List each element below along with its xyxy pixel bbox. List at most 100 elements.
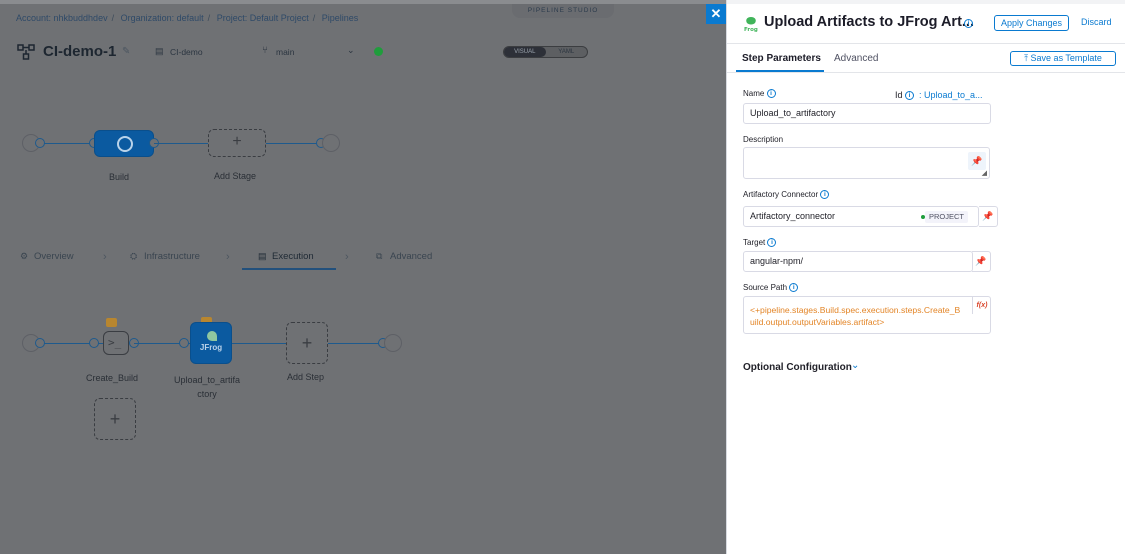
breadcrumb-project[interactable]: Project: Default Project — [217, 13, 309, 23]
breadcrumb-organization[interactable]: Organization: default — [121, 13, 204, 23]
stage-tabs: ⚙ Overview › ⛭ Infrastructure › ▤ Execution… — [0, 246, 726, 270]
target-pin-icon[interactable]: 📌 — [972, 251, 991, 272]
description-textarea[interactable]: 📌 ◢ — [743, 147, 990, 179]
yaml-view-button[interactable]: YAML — [546, 47, 588, 57]
info-icon[interactable]: i — [820, 190, 830, 200]
close-drawer-button[interactable]: ✕ — [706, 4, 726, 24]
source-path-expression: <+pipeline.stages.Build.spec.execution.s… — [750, 305, 961, 327]
chevron-down-icon[interactable]: ⌄ — [851, 360, 859, 371]
step-badge-icon — [106, 318, 117, 327]
active-tab-indicator — [736, 70, 824, 72]
tab-execution[interactable]: ▤ Execution — [258, 251, 314, 262]
repo-icon: ▤ — [155, 46, 164, 56]
breadcrumb-pipelines[interactable]: Pipelines — [322, 13, 359, 23]
info-icon[interactable]: i — [789, 283, 799, 293]
target-input[interactable]: angular-npm/ — [743, 251, 973, 272]
breadcrumb-account[interactable]: Account: nhkbuddhdev — [16, 13, 108, 23]
ci-stage-icon — [117, 136, 133, 152]
step-connector — [328, 343, 382, 344]
infrastructure-icon: ⛭ — [130, 251, 138, 261]
top-strip — [0, 0, 726, 4]
run-script-icon: >_ — [108, 336, 122, 349]
view-toggle[interactable]: VISUAL YAML — [503, 46, 588, 58]
edit-pipeline-icon[interactable]: ✎ — [122, 46, 130, 57]
jfrog-leaf-icon — [207, 331, 217, 341]
stage-connector — [154, 143, 208, 144]
drawer-header: Frog Upload Artifacts to JFrog Art... i … — [727, 4, 1125, 44]
tab-step-parameters[interactable]: Step Parameters — [742, 53, 821, 64]
expression-fx-icon[interactable]: f(x) — [972, 297, 991, 314]
visual-view-button[interactable]: VISUAL — [504, 47, 546, 57]
chevron-right-icon: › — [226, 251, 230, 263]
pipeline-icon — [17, 44, 35, 60]
jfrog-logo-icon: JFrog — [199, 343, 223, 352]
info-icon[interactable]: i — [964, 19, 973, 28]
active-tab-indicator — [242, 268, 336, 270]
create-build-step-node[interactable]: >_ — [103, 331, 129, 355]
description-label: Description — [743, 135, 784, 144]
sync-status-icon — [374, 47, 383, 56]
target-label: Target i — [743, 238, 777, 248]
upload-step-label: Upload_to_artifa ctory — [174, 375, 241, 399]
connector-value: Artifactory_connector — [750, 211, 836, 221]
add-parallel-step-button[interactable]: + — [94, 398, 136, 440]
save-as-template-button[interactable]: ⤒ Save as Template — [1010, 51, 1116, 66]
plus-icon: + — [301, 333, 313, 353]
breadcrumb: Account: nhkbuddhdev / Organization: defa… — [16, 13, 359, 23]
optional-configuration-toggle[interactable]: Optional Configuration — [743, 362, 852, 373]
name-input[interactable]: Upload_to_artifactory — [743, 103, 991, 124]
plus-icon: + — [232, 133, 242, 150]
step-connector — [232, 343, 286, 344]
discard-button[interactable]: Discard — [1081, 17, 1112, 27]
info-icon[interactable]: i — [767, 238, 777, 248]
connector-scope-badge: PROJECT — [925, 211, 969, 223]
id-value[interactable]: : Upload_to_a... — [919, 90, 983, 100]
plus-icon: + — [109, 409, 121, 429]
jfrog-icon: Frog — [744, 17, 758, 32]
tab-overview[interactable]: ⚙ Overview — [20, 251, 74, 262]
step-connector-port — [35, 338, 45, 348]
apply-changes-button[interactable]: Apply Changes — [994, 15, 1069, 31]
create-build-label: Create_Build — [86, 373, 139, 383]
resize-handle-icon[interactable]: ◢ — [982, 169, 987, 177]
step-config-drawer: Frog Upload Artifacts to JFrog Art... i … — [726, 0, 1125, 554]
gear-icon: ⚙ — [20, 251, 29, 261]
upload-to-artifactory-step-node[interactable]: JFrog — [190, 322, 232, 364]
info-icon[interactable]: i — [766, 89, 776, 99]
step-connector-port — [179, 338, 189, 348]
drawer-tabs: Step Parameters Advanced ⤒ Save as Templ… — [727, 44, 1125, 73]
chevron-right-icon: › — [345, 251, 349, 263]
repo-name[interactable]: CI-demo — [170, 47, 203, 57]
svg-text:Frog: Frog — [744, 27, 758, 32]
info-icon[interactable]: i — [905, 91, 915, 101]
execution-icon: ▤ — [258, 251, 267, 261]
pipeline-end-icon — [322, 134, 340, 152]
pin-icon[interactable]: 📌 — [968, 152, 986, 170]
source-path-input[interactable]: <+pipeline.stages.Build.spec.execution.s… — [743, 296, 991, 334]
build-stage-label: Build — [109, 172, 130, 182]
id-label: Id i — [895, 90, 915, 101]
connector-pin-icon[interactable]: 📌 — [979, 206, 998, 227]
stage-connector — [266, 143, 318, 144]
branch-chevron-down-icon[interactable]: ⌄ — [347, 45, 355, 56]
stage-connector-port — [35, 138, 45, 148]
pipeline-studio-label: PIPELINE STUDIO — [512, 4, 614, 18]
execution-end-icon — [384, 334, 402, 352]
add-stage-button[interactable]: + — [208, 129, 266, 157]
name-label: Name i — [743, 89, 776, 99]
pipeline-name: CI-demo-1 — [43, 43, 117, 60]
tab-advanced[interactable]: ⧉ Advanced — [376, 251, 432, 262]
drawer-title: Upload Artifacts to JFrog Art... — [764, 14, 974, 30]
build-stage-node[interactable] — [94, 130, 154, 157]
artifactory-connector-select[interactable]: Artifactory_connector PROJECT ⌄ — [743, 206, 979, 227]
add-step-button[interactable]: + — [286, 322, 328, 364]
chevron-right-icon: › — [103, 251, 107, 263]
source-path-label: Source Path i — [743, 283, 799, 293]
branch-name[interactable]: main — [276, 47, 294, 57]
stage-connector — [40, 143, 94, 144]
artifactory-connector-label: Artifactory Connector i — [743, 190, 830, 200]
add-stage-label: Add Stage — [214, 171, 257, 181]
tab-infrastructure[interactable]: ⛭ Infrastructure — [130, 251, 200, 262]
advanced-icon: ⧉ — [376, 251, 383, 261]
tab-advanced[interactable]: Advanced — [834, 53, 878, 64]
